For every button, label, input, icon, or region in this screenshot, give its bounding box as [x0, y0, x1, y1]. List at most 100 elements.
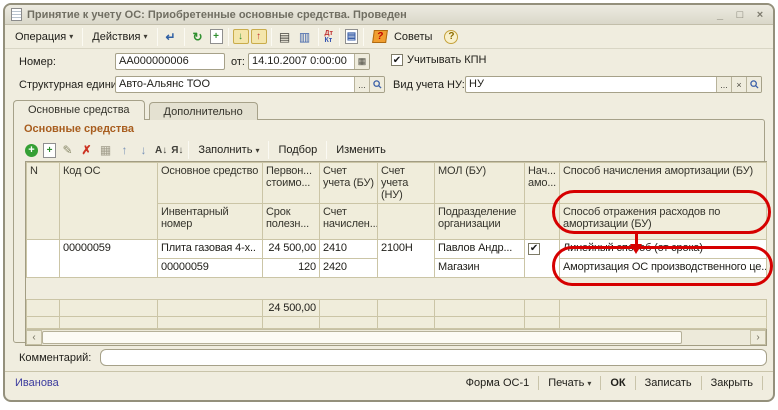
- total-cell: [263, 317, 320, 329]
- move-down-icon[interactable]: ↓: [135, 142, 152, 158]
- cell-account-bu[interactable]: 2410: [320, 240, 378, 259]
- pick-button[interactable]: Подбор: [272, 142, 323, 158]
- footer-bar: Иванова Форма ОС-1 Печать ▾ ОК Записать …: [5, 371, 773, 394]
- checklist-icon[interactable]: ▥: [296, 28, 314, 45]
- form-os1-button[interactable]: Форма ОС-1: [457, 376, 540, 390]
- chevron-down-icon: ▾: [255, 146, 259, 155]
- close-button[interactable]: ×: [753, 9, 767, 21]
- scroll-left-icon[interactable]: ‹: [26, 330, 42, 345]
- report-icon[interactable]: ▤: [345, 29, 358, 44]
- tab-additional[interactable]: Дополнительно: [149, 102, 258, 120]
- copy-row-icon[interactable]: +: [43, 143, 56, 158]
- delete-row-icon[interactable]: ✗: [78, 142, 95, 158]
- operation-menu-button[interactable]: Операция ▾: [9, 29, 79, 45]
- comment-row: Комментарий:: [5, 343, 773, 371]
- maximize-button[interactable]: □: [733, 9, 747, 21]
- kpn-checkbox-group[interactable]: ✔ Учитывать КПН: [391, 54, 487, 66]
- actions-menu-button[interactable]: Действия ▾: [86, 29, 153, 45]
- help-icon[interactable]: ?: [444, 30, 458, 44]
- edit-row-icon[interactable]: ✎: [59, 142, 76, 158]
- save-button[interactable]: Записать: [636, 376, 702, 390]
- number-label: Номер:: [19, 56, 56, 68]
- unpost-icon[interactable]: ↑: [251, 29, 267, 44]
- col-header-account-nu: Счет учета (НУ): [378, 163, 435, 204]
- col-header-expense-way: Способ отражения расходов по амортизации…: [560, 204, 767, 240]
- ellipsis-button[interactable]: ...: [354, 77, 369, 92]
- sort-desc-icon[interactable]: Я↓: [171, 145, 183, 156]
- change-button[interactable]: Изменить: [330, 142, 392, 158]
- col-header-code: Код ОС: [60, 163, 158, 240]
- checkbox-checked-icon[interactable]: ✔: [391, 54, 403, 66]
- total-cell: [158, 300, 263, 317]
- refresh-icon[interactable]: ↻: [189, 28, 207, 45]
- dt-kt-postings-icon[interactable]: Дт Кт: [325, 30, 333, 44]
- nu-field[interactable]: НУ ... ×: [465, 76, 762, 93]
- col-header-division: Подразделение организации: [435, 204, 525, 240]
- author-name: Иванова: [15, 377, 59, 389]
- cell-code[interactable]: 00000059: [60, 240, 158, 278]
- actions-label: Действия: [92, 31, 140, 43]
- checkbox-checked-icon[interactable]: ✔: [528, 243, 540, 255]
- main-toolbar: Операция ▾ Действия ▾ ↵ ↻ + ↓ ↑ ▤ ▥ Дт К…: [5, 25, 773, 49]
- scroll-right-icon[interactable]: ›: [750, 330, 766, 345]
- chevron-down-icon: ▾: [69, 32, 73, 41]
- move-up-icon[interactable]: ↑: [116, 142, 133, 158]
- cell-asset[interactable]: Плита газовая 4-х..: [158, 240, 263, 259]
- cell-mol[interactable]: Павлов Андр...: [435, 240, 525, 259]
- assets-table: N Код ОС Основное средство Первон... сто…: [25, 161, 767, 346]
- total-cell: [158, 317, 263, 329]
- nu-value: НУ: [466, 77, 716, 92]
- col-header-asset: Основное средство: [158, 163, 263, 204]
- total-cell: [320, 317, 378, 329]
- total-cell: [435, 317, 525, 329]
- tips-button[interactable]: ? Советы: [367, 28, 438, 45]
- cell-depr-account[interactable]: 2420: [320, 259, 378, 278]
- clear-icon[interactable]: ×: [731, 77, 746, 92]
- chevron-down-icon: ▾: [144, 32, 148, 41]
- number-field[interactable]: АА000000006: [115, 53, 225, 70]
- total-cell: [378, 300, 435, 317]
- tab-bar: Основные средства Дополнительно: [5, 99, 773, 120]
- print-button[interactable]: Печать ▾: [539, 376, 601, 390]
- row-number[interactable]: 1: [27, 240, 60, 278]
- cell-depr-flag[interactable]: ✔: [525, 240, 560, 278]
- scrollbar-thumb[interactable]: [42, 331, 682, 344]
- date-value: 14.10.2007 0:00:00: [249, 54, 354, 69]
- search-icon[interactable]: [746, 77, 761, 92]
- structure-list-icon[interactable]: ▤: [276, 28, 294, 45]
- cell-division[interactable]: Магазин: [435, 259, 525, 278]
- kt-label: Кт: [325, 37, 333, 44]
- cell-life[interactable]: 120: [263, 259, 320, 278]
- fill-button[interactable]: Заполнить ▾: [192, 142, 265, 158]
- cell-inventory[interactable]: 00000059: [158, 259, 263, 278]
- post-with-movements-icon[interactable]: ↓: [233, 29, 249, 44]
- col-header-empty: [525, 204, 560, 240]
- post-document-icon[interactable]: ↵: [162, 28, 180, 45]
- fixed-assets-panel: Основные средства + + ✎ ✗ ▦ ↑ ↓ А↓ Я↓ За…: [13, 119, 765, 343]
- chevron-down-icon: ▾: [587, 379, 591, 388]
- window-title: Принятие к учету ОС: Приобретенные основ…: [27, 9, 713, 21]
- ok-button[interactable]: ОК: [601, 376, 635, 390]
- save-order-icon[interactable]: ▦: [97, 142, 114, 158]
- close-button[interactable]: Закрыть: [702, 376, 763, 390]
- add-row-icon[interactable]: +: [25, 144, 38, 157]
- horizontal-scrollbar[interactable]: ‹ ›: [26, 329, 766, 345]
- cell-account-nu[interactable]: 2100Н: [378, 240, 435, 278]
- total-cell: [525, 300, 560, 317]
- sort-asc-icon[interactable]: А↓: [155, 145, 167, 156]
- search-icon[interactable]: [369, 77, 384, 92]
- dt-label: Дт: [325, 30, 333, 37]
- copy-add-icon[interactable]: +: [210, 29, 223, 44]
- unit-field[interactable]: Авто-Альянс ТОО ...: [115, 76, 385, 93]
- scrollbar-track[interactable]: [682, 330, 750, 345]
- cell-expense-way[interactable]: Амортизация ОС производственного це...: [560, 259, 767, 278]
- calendar-icon[interactable]: ▦: [354, 54, 369, 69]
- table-empty-area: [27, 278, 767, 300]
- cell-depr-method[interactable]: Линейный способ (от срока): [560, 240, 767, 259]
- comment-input[interactable]: [100, 349, 767, 366]
- cell-cost[interactable]: 24 500,00: [263, 240, 320, 259]
- date-field[interactable]: 14.10.2007 0:00:00 ▦: [248, 53, 370, 70]
- tab-fixed-assets[interactable]: Основные средства: [13, 100, 145, 120]
- minimize-button[interactable]: _: [713, 9, 727, 21]
- ellipsis-button[interactable]: ...: [716, 77, 731, 92]
